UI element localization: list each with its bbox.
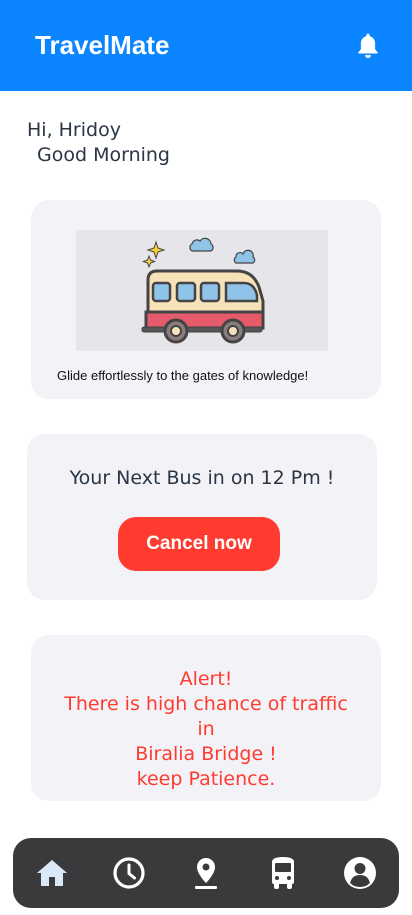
greeting-name: Hi, Hridoy	[27, 119, 121, 141]
bus-icon[interactable]	[263, 853, 303, 893]
alert-line: keep Patience.	[136, 768, 276, 790]
bus-illustration	[76, 230, 328, 351]
cancel-button[interactable]: Cancel now	[118, 517, 280, 571]
home-icon[interactable]	[32, 853, 72, 893]
account-icon[interactable]	[340, 853, 380, 893]
clock-icon[interactable]	[109, 853, 149, 893]
alert-line: Alert!	[179, 668, 233, 690]
alert-line: in	[197, 718, 215, 740]
location-pin-icon[interactable]	[186, 853, 226, 893]
greeting: Hi, Hridoy Good Morning	[27, 118, 170, 168]
hero-card: Glide effortlessly to the gates of knowl…	[31, 200, 381, 399]
hero-caption: Glide effortlessly to the gates of knowl…	[57, 368, 309, 383]
traffic-alert-card: Alert! There is high chance of traffic i…	[31, 635, 381, 801]
greeting-time: Good Morning	[37, 144, 170, 166]
app-title: TravelMate	[35, 30, 170, 60]
next-bus-card: Your Next Bus in on 12 Pm ! Cancel now	[27, 434, 377, 600]
alert-line: There is high chance of traffic	[64, 693, 348, 715]
bell-icon[interactable]	[354, 32, 382, 60]
alert-message: Alert! There is high chance of traffic i…	[31, 667, 381, 792]
bottom-tab-bar	[13, 838, 399, 908]
alert-line: Biralia Bridge !	[135, 743, 277, 765]
next-bus-text: Your Next Bus in on 12 Pm !	[69, 467, 335, 489]
app-header: TravelMate	[0, 0, 412, 91]
